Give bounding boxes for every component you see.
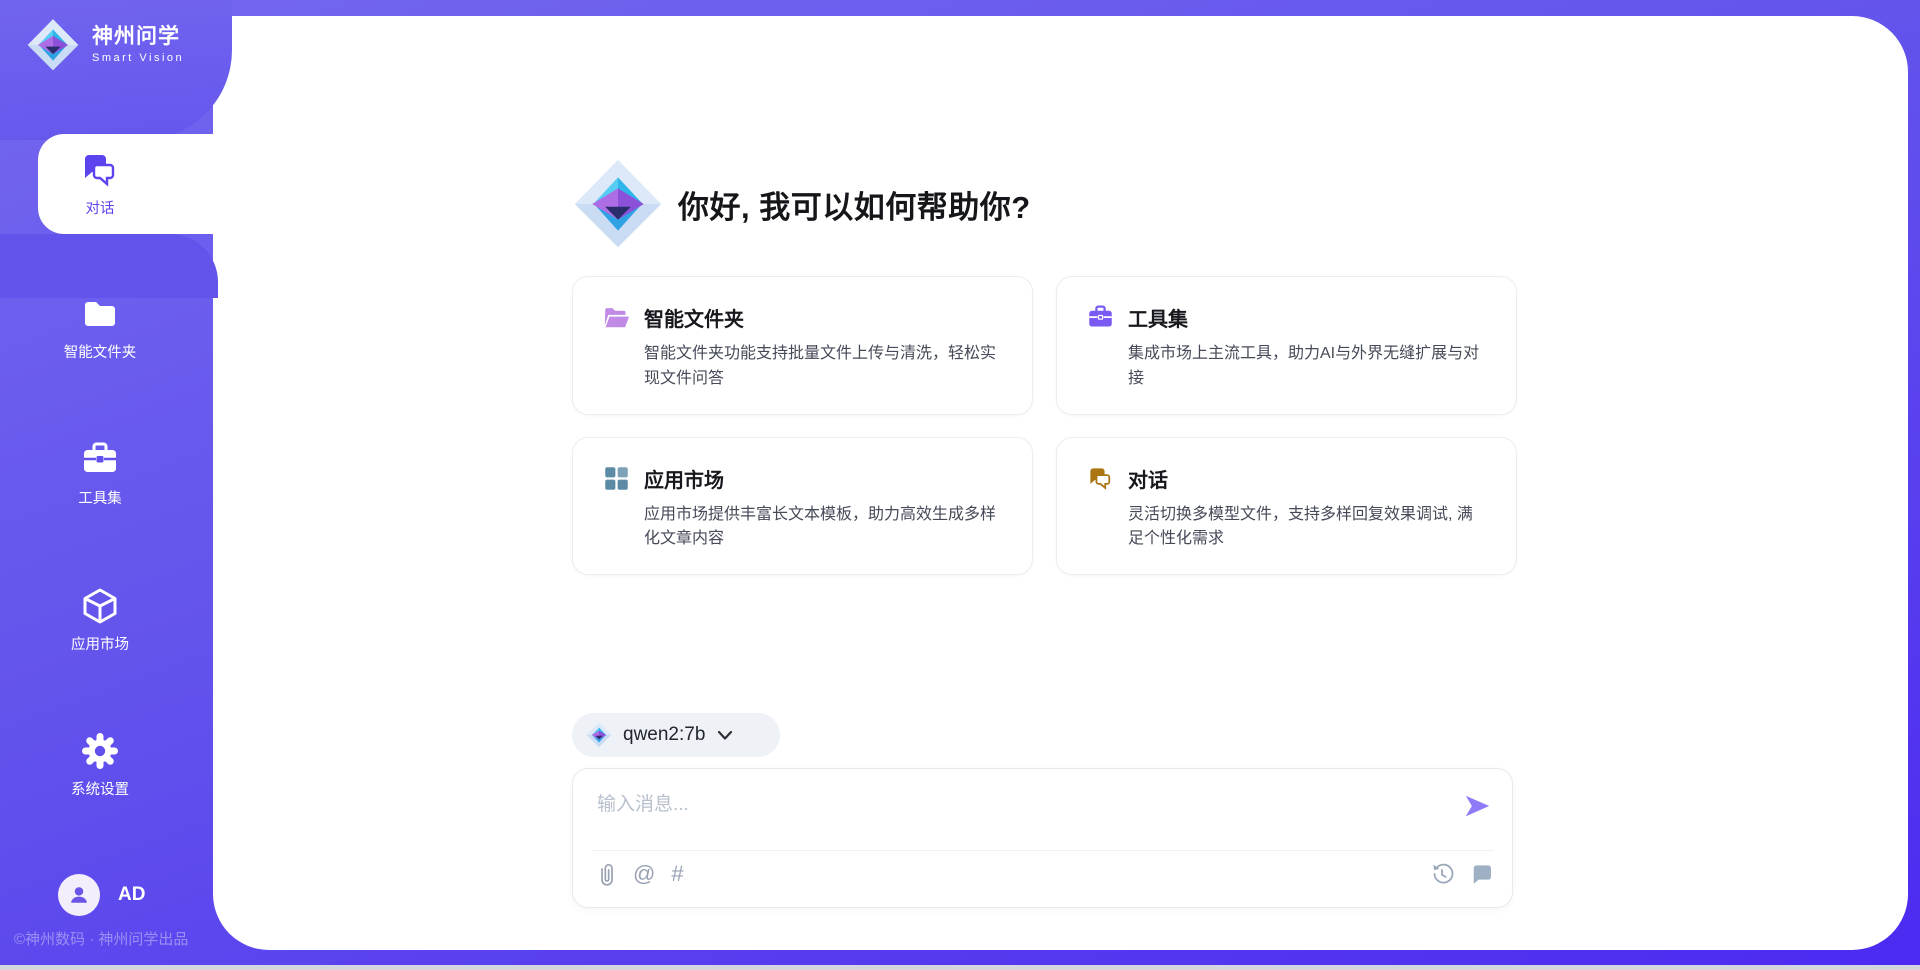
sidebar-active-transition xyxy=(0,234,218,298)
window-bottom-edge xyxy=(0,965,1920,970)
message-composer: @ # xyxy=(572,768,1513,908)
sidebar-item-smart-folder[interactable]: 智能文件夹 xyxy=(0,294,200,362)
chevron-down-icon xyxy=(716,728,734,742)
topic-button[interactable]: # xyxy=(671,861,683,887)
card-chat[interactable]: 对话 灵活切换多模型文件，支持多样回复效果调试, 满足个性化需求 xyxy=(1056,437,1517,576)
send-icon xyxy=(1462,791,1492,821)
cube-icon xyxy=(80,586,120,626)
chat-bubble-icon xyxy=(1470,862,1494,886)
sidebar-item-label: 对话 xyxy=(86,197,115,218)
sidebar-item-toolset[interactable]: 工具集 xyxy=(0,440,200,508)
sidebar-item-chat[interactable]: 对话 xyxy=(38,134,218,234)
card-title: 工具集 xyxy=(1128,303,1188,332)
card-toolset[interactable]: 工具集 集成市场上主流工具，助力AI与外界无缝扩展与对接 xyxy=(1056,276,1517,415)
app-brand: 神州问学 Smart Vision xyxy=(26,18,184,72)
sidebar-item-label: 系统设置 xyxy=(71,778,129,799)
sidebar-item-label: 应用市场 xyxy=(71,633,129,654)
person-icon xyxy=(66,882,92,908)
app-subtitle: Smart Vision xyxy=(92,52,184,65)
folder-open-icon xyxy=(603,304,630,331)
message-input[interactable] xyxy=(597,783,1460,835)
user-account[interactable]: AD xyxy=(58,874,145,916)
history-icon xyxy=(1430,862,1454,886)
feature-cards: 智能文件夹 智能文件夹功能支持批量文件上传与清洗，轻松实现文件问答 工具集 集成… xyxy=(572,276,1517,575)
folder-icon xyxy=(80,294,120,334)
app-title: 神州问学 xyxy=(92,25,184,49)
app-window: 神州问学 Smart Vision 对话 智能文件夹 工具集 xyxy=(0,0,1920,970)
sidebar-item-label: 智能文件夹 xyxy=(64,341,137,362)
app-logo-icon xyxy=(26,18,80,72)
history-button[interactable] xyxy=(1430,862,1454,886)
grid-icon xyxy=(603,465,630,492)
model-selector[interactable]: qwen2:7b xyxy=(572,713,780,757)
user-name: AD xyxy=(118,884,145,906)
model-name: qwen2:7b xyxy=(623,724,705,746)
card-title: 智能文件夹 xyxy=(644,303,744,332)
at-icon: @ xyxy=(633,861,655,887)
sidebar-item-label: 工具集 xyxy=(78,487,122,508)
new-chat-button[interactable] xyxy=(1470,862,1494,886)
avatar xyxy=(58,874,100,916)
hash-icon: # xyxy=(671,861,683,887)
card-description: 灵活切换多模型文件，支持多样回复效果调试, 满足个性化需求 xyxy=(1087,503,1488,553)
sidebar-item-settings[interactable]: 系统设置 xyxy=(0,731,200,799)
greeting: 你好, 我可以如何帮助你? xyxy=(572,158,1031,250)
card-smart-folder[interactable]: 智能文件夹 智能文件夹功能支持批量文件上传与清洗，轻松实现文件问答 xyxy=(572,276,1033,415)
paperclip-icon xyxy=(597,861,617,887)
copyright-text: ©神州数码 · 神州问学出品 xyxy=(14,928,188,949)
briefcase-icon xyxy=(1087,304,1114,331)
chat-icon xyxy=(80,150,120,190)
model-logo-icon xyxy=(586,722,612,748)
assistant-logo-icon xyxy=(572,158,664,250)
card-title: 应用市场 xyxy=(644,464,724,493)
briefcase-icon xyxy=(80,440,120,480)
gear-icon xyxy=(80,731,120,771)
chat-icon xyxy=(1087,465,1114,492)
send-button[interactable] xyxy=(1460,789,1494,823)
sidebar-item-app-market[interactable]: 应用市场 xyxy=(0,586,200,654)
card-description: 应用市场提供丰富长文本模板，助力高效生成多样化文章内容 xyxy=(603,503,1004,553)
attach-file-button[interactable] xyxy=(597,861,617,887)
mention-button[interactable]: @ xyxy=(633,861,655,887)
card-description: 集成市场上主流工具，助力AI与外界无缝扩展与对接 xyxy=(1087,342,1488,392)
greeting-text: 你好, 我可以如何帮助你? xyxy=(678,182,1031,227)
card-description: 智能文件夹功能支持批量文件上传与清洗，轻松实现文件问答 xyxy=(603,342,1004,392)
card-title: 对话 xyxy=(1128,464,1168,493)
card-app-market[interactable]: 应用市场 应用市场提供丰富长文本模板，助力高效生成多样化文章内容 xyxy=(572,437,1033,576)
